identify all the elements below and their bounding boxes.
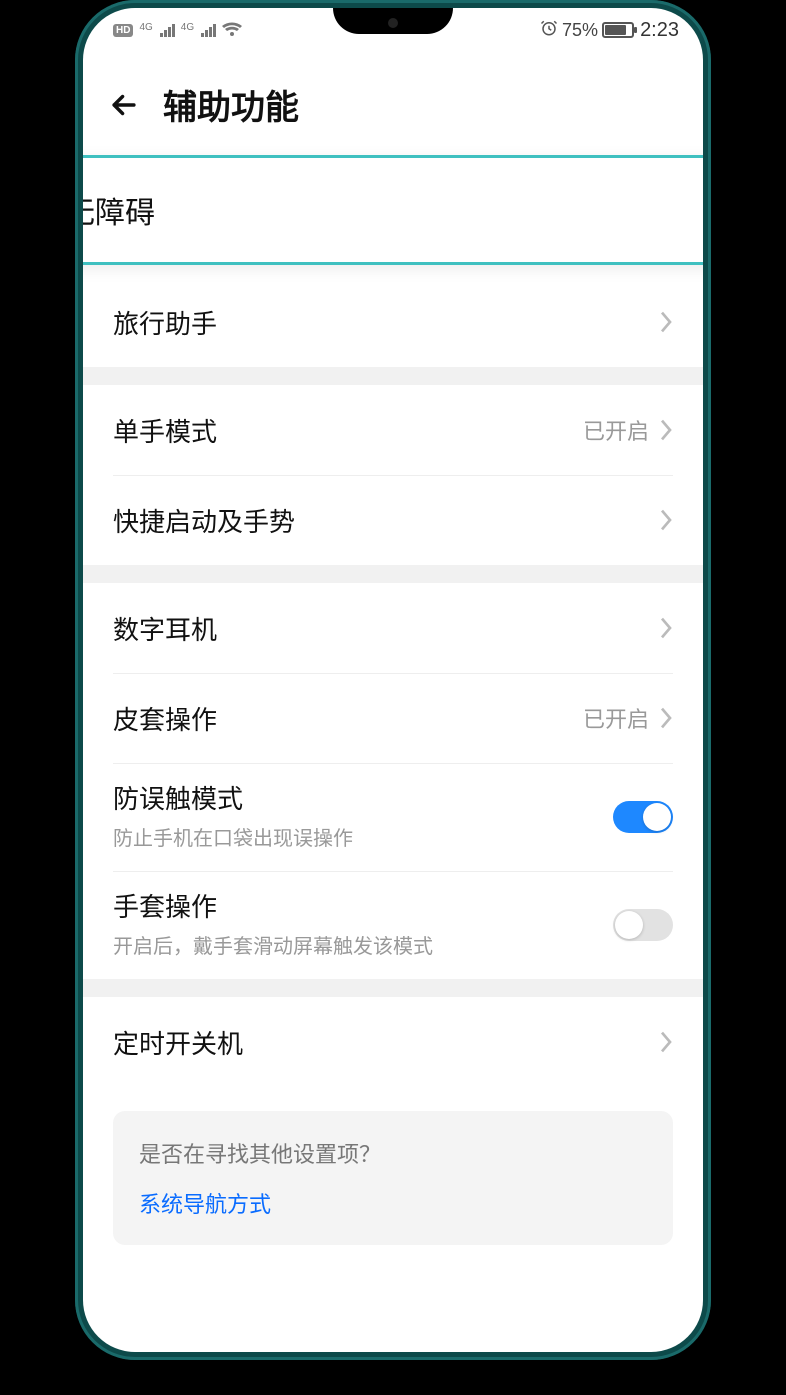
back-button[interactable] [107, 88, 141, 122]
row-shortcuts-gestures[interactable]: 快捷启动及手势 [83, 475, 703, 565]
row-label: 无障碍 [83, 188, 155, 232]
section-divider [83, 979, 703, 997]
toggle-mistouch[interactable] [613, 801, 673, 833]
row-label: 手套操作 [113, 887, 433, 924]
toggle-glove[interactable] [613, 909, 673, 941]
row-accessibility-highlight[interactable]: 无障碍 [83, 155, 703, 265]
row-travel-assistant[interactable]: 旅行助手 [83, 277, 703, 367]
row-subtitle: 防止手机在口袋出现误操作 [113, 822, 353, 851]
battery-text: 75% [562, 20, 598, 41]
search-link-system-navigation[interactable]: 系统导航方式 [139, 1187, 647, 1219]
row-subtitle: 开启后，戴手套滑动屏幕触发该模式 [113, 930, 433, 959]
page-title: 辅助功能 [163, 80, 299, 129]
chevron-right-icon [659, 616, 673, 640]
row-value: 已开启 [583, 414, 649, 446]
status-right: 75% 2:23 [540, 19, 679, 42]
network-label-1: 4G [139, 22, 152, 33]
clock-text: 2:23 [640, 19, 679, 42]
signal-icon-2 [201, 23, 216, 37]
row-label: 单手模式 [113, 412, 217, 449]
row-cover-operation[interactable]: 皮套操作 已开启 [83, 673, 703, 763]
row-scheduled-power[interactable]: 定时开关机 [83, 997, 703, 1087]
row-label: 定时开关机 [113, 1024, 243, 1061]
row-label: 皮套操作 [113, 700, 217, 737]
chevron-right-icon [659, 310, 673, 334]
chevron-right-icon [659, 1030, 673, 1054]
header: 辅助功能 [83, 52, 703, 161]
battery-icon [602, 22, 634, 38]
row-glove-mode[interactable]: 手套操作 开启后，戴手套滑动屏幕触发该模式 [83, 871, 703, 979]
network-label-2: 4G [181, 22, 194, 33]
wifi-icon [222, 22, 242, 38]
row-one-hand-mode[interactable]: 单手模式 已开启 [83, 385, 703, 475]
row-value: 已开启 [583, 702, 649, 734]
row-label: 数字耳机 [113, 610, 217, 647]
screen: HD 4G 4G 75% 2:23 辅助功能 [83, 8, 703, 1352]
settings-list: 无障碍 旅行助手 单手模式 已开启 快捷启动及手势 [83, 161, 703, 1245]
alarm-icon [540, 19, 558, 42]
signal-icon [160, 23, 175, 37]
phone-frame: HD 4G 4G 75% 2:23 辅助功能 [75, 0, 711, 1360]
row-mistouch-prevention[interactable]: 防误触模式 防止手机在口袋出现误操作 [83, 763, 703, 871]
row-label: 旅行助手 [113, 304, 217, 341]
hd-badge-icon: HD [113, 24, 133, 37]
row-label: 快捷启动及手势 [113, 502, 295, 539]
chevron-right-icon [659, 508, 673, 532]
chevron-right-icon [659, 706, 673, 730]
chevron-right-icon [659, 418, 673, 442]
notch [333, 8, 453, 34]
row-digital-earphone[interactable]: 数字耳机 [83, 583, 703, 673]
status-left: HD 4G 4G [113, 22, 242, 38]
search-question: 是否在寻找其他设置项？ [139, 1137, 647, 1169]
section-divider [83, 565, 703, 583]
row-label: 防误触模式 [113, 779, 353, 816]
search-other-card: 是否在寻找其他设置项？ 系统导航方式 [113, 1111, 673, 1245]
section-divider [83, 367, 703, 385]
